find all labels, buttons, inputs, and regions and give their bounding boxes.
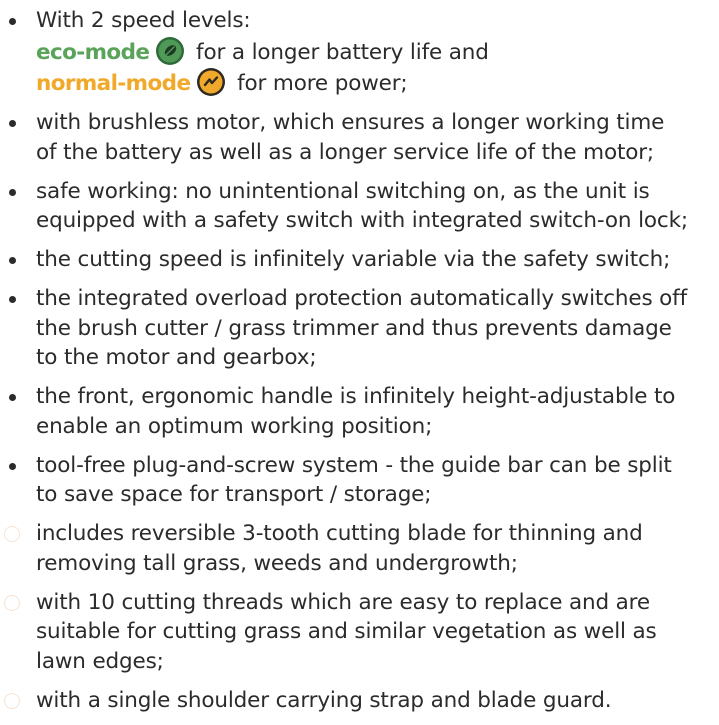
- bullet-dot: [9, 462, 16, 470]
- eco-mode-line: eco-mode for a longer battery life and: [36, 36, 719, 68]
- feature-list: With 2 speed levels: eco-mode for a long…: [0, 6, 719, 725]
- bullet-dot: [9, 257, 16, 264]
- bullet-circle: [4, 526, 20, 542]
- bullet-circle: [4, 692, 20, 709]
- bullet-dot: [9, 18, 16, 25]
- item-text-line: removing tall grass, weeds and undergrow…: [36, 550, 518, 576]
- list-item: the integrated overload protection autom…: [0, 284, 719, 373]
- item-text-line: to the motor and gearbox;: [36, 345, 317, 370]
- list-item: includes reversible 3-tooth cutting blad…: [0, 519, 719, 578]
- item-text-line: includes reversible 3-tooth cutting blad…: [36, 521, 643, 546]
- item-text-line: with 10 cutting threads which are easy t…: [36, 589, 650, 615]
- bullet-dot: [9, 188, 16, 196]
- item-text-line: the brush cutter / grass trimmer and thu…: [36, 315, 672, 341]
- leaf-icon: [155, 36, 185, 66]
- item-text-line: tool-free plug-and-screw system - the gu…: [36, 452, 672, 478]
- list-item: With 2 speed levels: eco-mode for a long…: [0, 6, 719, 99]
- list-item: with a single shoulder carrying strap an…: [0, 686, 719, 716]
- item-text-line: With 2 speed levels:: [36, 8, 251, 33]
- bullet-circle: [4, 594, 20, 611]
- bullet-dot: [9, 296, 16, 303]
- eco-mode-text: for a longer battery life and: [189, 39, 489, 65]
- bullet-dot: [9, 394, 16, 401]
- bullet-dot: [9, 120, 16, 127]
- normal-mode-label: normal-mode: [36, 71, 191, 96]
- item-text-line: the integrated overload protection autom…: [36, 286, 688, 311]
- item-text-line: enable an optimum working position;: [36, 413, 433, 439]
- list-item: with brushless motor, which ensures a lo…: [0, 108, 719, 167]
- list-item: safe working: no unintentional switching…: [0, 177, 719, 236]
- item-text-line: the front, ergonomic handle is infinitel…: [36, 384, 676, 409]
- item-text-line: suitable for cutting grass and similar v…: [36, 619, 657, 644]
- normal-mode-line: normal-mode for more power;: [36, 67, 719, 99]
- item-text-line: to save space for transport / storage;: [36, 482, 432, 507]
- list-item: tool-free plug-and-screw system - the gu…: [0, 451, 719, 510]
- eco-mode-label: eco-mode: [36, 39, 150, 65]
- list-item: the front, ergonomic handle is infinitel…: [0, 382, 719, 441]
- item-text-line: with a single shoulder carrying strap an…: [36, 687, 612, 713]
- item-text-line: equipped with a safety switch with integ…: [36, 208, 688, 233]
- item-text-line: the cutting speed is infinitely variable…: [36, 247, 671, 272]
- normal-mode-text: for more power;: [230, 71, 408, 96]
- lightning-icon: [196, 67, 226, 97]
- item-text-line: with brushless motor, which ensures a lo…: [36, 110, 665, 135]
- list-item: the cutting speed is infinitely variable…: [0, 245, 719, 275]
- item-text-line: safe working: no unintentional switching…: [36, 178, 650, 204]
- item-text-line: of the battery as well as a longer servi…: [36, 139, 655, 165]
- list-item: with 10 cutting threads which are easy t…: [0, 588, 719, 677]
- item-text-line: lawn edges;: [36, 648, 164, 674]
